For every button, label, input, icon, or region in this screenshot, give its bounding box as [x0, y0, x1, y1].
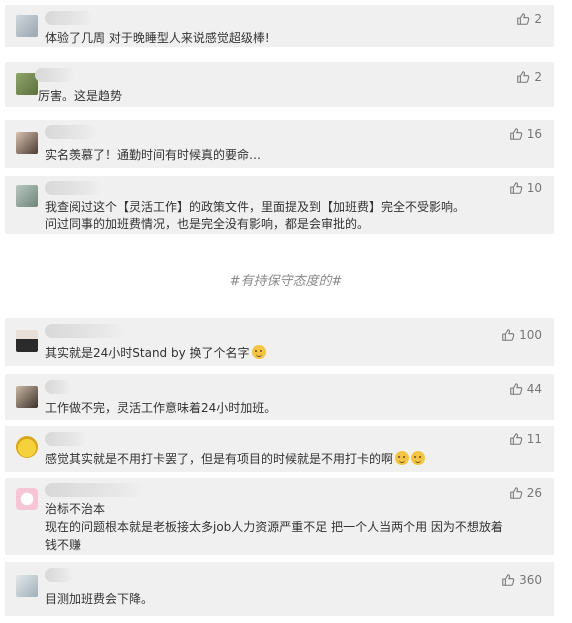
comment-card: 其实就是24小时Stand by 换了个名字 100	[5, 318, 554, 366]
thumbs-up-icon	[509, 182, 522, 194]
comment-card: 厉害。这是趋势 2	[5, 62, 554, 107]
comment-text-line: 治标不治本	[45, 502, 106, 516]
like-button[interactable]: 26	[509, 485, 542, 501]
comment-card: 实名羡慕了！通勤时间有时候真的要命… 16	[5, 120, 554, 168]
like-button[interactable]: 2	[516, 69, 542, 85]
like-button[interactable]: 44	[509, 381, 542, 397]
section-heading: #有持保守态度的#	[229, 274, 343, 289]
comment-text-line: 我查阅过这个【灵活工作】的政策文件，里面提及到【加班费】完全不受影响。	[45, 200, 466, 214]
thumbs-up-icon	[517, 13, 530, 25]
comment-card: 感觉其实就是不用打卡罢了，但是有项目的时候就是不用打卡的啊 11	[5, 426, 554, 472]
thumbs-up-icon	[502, 574, 515, 586]
like-count: 16	[526, 127, 542, 141]
like-count: 100	[519, 328, 542, 342]
comment-card: 工作做不完，灵活工作意味着24小时加班。 44	[5, 374, 554, 420]
avatar[interactable]	[16, 15, 38, 37]
comment-text-line: 钱不赚	[45, 538, 82, 552]
avatar[interactable]	[16, 185, 38, 207]
comment-card: 目测加班费会下降。 360	[5, 562, 554, 616]
avatar[interactable]	[16, 488, 38, 510]
like-count: 10	[526, 181, 542, 195]
like-count: 360	[519, 573, 542, 587]
smile-emoji	[251, 345, 266, 359]
comment-card: 体验了几周 对于晚睡型人来说感觉超级棒! 2	[5, 5, 554, 47]
username-blurred	[45, 432, 87, 446]
like-count: 44	[526, 382, 542, 396]
comment-text: 工作做不完，灵活工作意味着24小时加班。	[45, 401, 277, 415]
comment-text-body: 其实就是24小时Stand by 换了个名字	[45, 346, 250, 360]
like-button[interactable]: 2	[516, 11, 542, 27]
like-button[interactable]: 100	[501, 327, 542, 343]
comment-text-line: 问过同事的加班费情况，也是完全没有影响，都是会审批的。	[45, 217, 370, 231]
username-blurred	[45, 483, 145, 497]
thumbs-up-icon	[509, 487, 522, 499]
username-blurred	[45, 380, 71, 394]
avatar[interactable]	[16, 436, 38, 458]
comment-text: 其实就是24小时Stand by 换了个名字	[45, 344, 544, 362]
like-count: 2	[534, 70, 542, 84]
like-button[interactable]: 360	[501, 572, 542, 588]
comment-text: 体验了几周 对于晚睡型人来说感觉超级棒!	[45, 31, 270, 45]
like-button[interactable]: 11	[509, 431, 542, 447]
avatar[interactable]	[16, 386, 38, 408]
thumbs-up-icon	[517, 71, 530, 83]
thumbs-up-icon	[509, 433, 522, 445]
cry-laugh-emoji	[411, 451, 426, 465]
username-blurred	[45, 568, 73, 582]
comment-card: 我查阅过这个【灵活工作】的政策文件，里面提及到【加班费】完全不受影响。 问过同事…	[5, 176, 554, 234]
avatar[interactable]	[16, 330, 38, 352]
comment-text-line: 现在的问题根本就是老板接太多job人力资源严重不足 把一个人当两个用 因为不想放…	[45, 520, 503, 534]
username-blurred	[45, 125, 97, 139]
like-button[interactable]: 16	[509, 126, 542, 142]
username-blurred	[45, 324, 125, 338]
thumbs-up-icon	[502, 329, 515, 341]
comment-text: 实名羡慕了！通勤时间有时候真的要命…	[45, 148, 262, 162]
thumbs-up-icon	[509, 128, 522, 140]
comment-text: 感觉其实就是不用打卡罢了，但是有项目的时候就是不用打卡的啊	[45, 450, 544, 468]
cry-laugh-emoji	[395, 451, 410, 465]
comment-text-body: 感觉其实就是不用打卡罢了，但是有项目的时候就是不用打卡的啊	[45, 452, 394, 466]
comment-card: 治标不治本 现在的问题根本就是老板接太多job人力资源严重不足 把一个人当两个用…	[5, 478, 554, 555]
avatar[interactable]	[16, 132, 38, 154]
like-count: 2	[534, 12, 542, 26]
like-button[interactable]: 10	[509, 180, 542, 196]
like-count: 26	[526, 486, 542, 500]
comment-text: 厉害。这是趋势	[38, 89, 123, 103]
username-blurred	[45, 11, 93, 25]
comment-text: 目测加班费会下降。	[45, 592, 154, 606]
thumbs-up-icon	[509, 383, 522, 395]
like-count: 11	[526, 432, 542, 446]
username-blurred	[35, 68, 75, 82]
avatar[interactable]	[16, 575, 38, 597]
username-blurred	[45, 181, 103, 195]
